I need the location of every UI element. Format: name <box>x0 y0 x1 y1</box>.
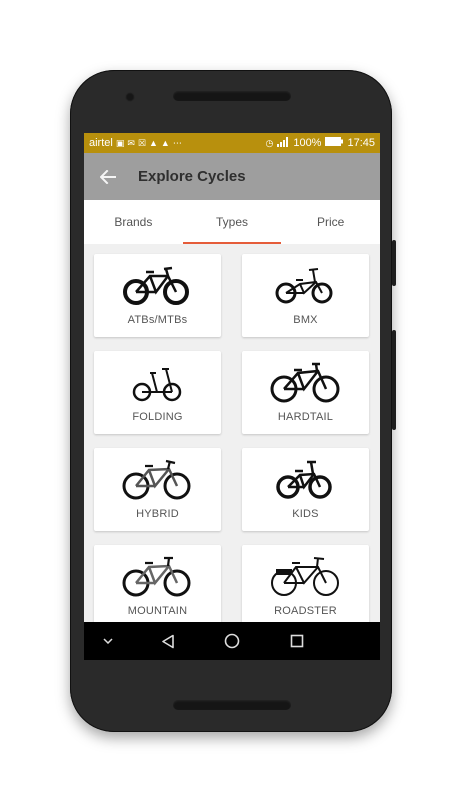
tab-types[interactable]: Types <box>182 200 282 244</box>
home-circle-icon <box>224 633 240 649</box>
signal-off-icon: ☒ <box>137 137 146 148</box>
gallery-icon: ▣ <box>115 137 125 148</box>
card-label: ATBs/MTBs <box>127 314 188 326</box>
mtb-bicycle-image <box>123 266 189 305</box>
screen: airtel ▣ ✉ ☒ ▲ ▲ ⋯ ◷ 100% 17:45 Explore … <box>84 133 380 660</box>
bmx-bicycle-image <box>275 268 333 304</box>
back-triangle-icon <box>162 634 174 648</box>
cycle-type-grid: ATBs/MTBs BMX FOLDING HARDTAIL HYBRID KI… <box>84 244 380 622</box>
mail-icon: ✉ <box>127 137 135 148</box>
roadster-bicycle-image <box>271 557 339 596</box>
card-label: KIDS <box>292 508 319 520</box>
top-speaker <box>173 91 291 101</box>
tab-brands[interactable]: Brands <box>84 200 183 244</box>
kids-bicycle-image <box>276 460 332 499</box>
bottom-speaker <box>173 700 291 710</box>
card-hybrid[interactable]: HYBRID <box>94 448 221 531</box>
more-icon: ⋯ <box>172 137 182 148</box>
recents-square-icon <box>290 634 304 648</box>
carrier-label: airtel <box>89 137 113 149</box>
volume-button <box>392 240 396 286</box>
card-mountain[interactable]: MOUNTAIN <box>94 545 221 622</box>
hardtail-bicycle-image <box>270 362 340 403</box>
front-camera <box>125 92 135 102</box>
card-label: BMX <box>293 314 318 326</box>
warning-icon: ▲ <box>160 137 170 148</box>
card-folding[interactable]: FOLDING <box>94 351 221 434</box>
nav-back-button[interactable] <box>154 622 182 660</box>
back-button[interactable] <box>84 153 132 200</box>
card-kids[interactable]: KIDS <box>242 448 369 531</box>
alarm-icon: ◷ <box>265 137 274 148</box>
card-label: HYBRID <box>136 508 179 520</box>
power-button <box>392 330 396 430</box>
mountain-bicycle-image <box>122 556 191 597</box>
card-hardtail[interactable]: HARDTAIL <box>242 351 369 434</box>
battery-percent: 100% <box>293 137 322 149</box>
chevron-down-icon <box>103 638 113 644</box>
card-label: FOLDING <box>132 411 183 423</box>
system-nav-bar <box>84 622 380 660</box>
hybrid-bicycle-image <box>122 459 191 500</box>
nav-home-button[interactable] <box>218 622 246 660</box>
card-bmx[interactable]: BMX <box>242 254 369 337</box>
card-roadster[interactable]: ROADSTER <box>242 545 369 622</box>
folding-bicycle-image <box>132 368 182 402</box>
hide-keyboard-button[interactable] <box>98 622 118 660</box>
page-title: Explore Cycles <box>138 168 246 185</box>
clock: 17:45 <box>347 137 375 149</box>
tab-price[interactable]: Price <box>281 200 380 244</box>
4g-signal-icon <box>277 136 289 150</box>
card-atbs-mtbs[interactable]: ATBs/MTBs <box>94 254 221 337</box>
battery-icon <box>325 137 344 149</box>
warning-icon: ▲ <box>148 137 158 148</box>
status-bar: airtel ▣ ✉ ☒ ▲ ▲ ⋯ ◷ 100% 17:45 <box>84 133 380 153</box>
app-bar: Explore Cycles <box>84 153 380 200</box>
nav-recents-button[interactable] <box>283 622 311 660</box>
tab-bar: Brands Types Price <box>84 200 380 244</box>
arrow-back-icon <box>100 169 116 184</box>
card-label: ROADSTER <box>274 605 337 617</box>
card-label: MOUNTAIN <box>127 605 188 617</box>
card-label: HARDTAIL <box>277 411 334 423</box>
